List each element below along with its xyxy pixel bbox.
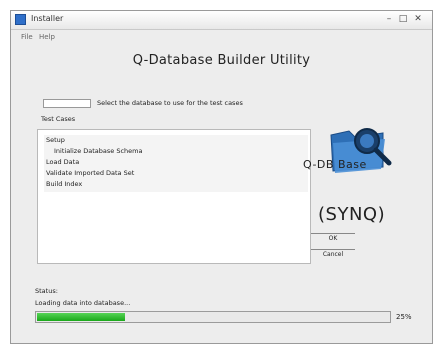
ok-button[interactable]: OK [311, 233, 355, 244]
magnifier-folder-icon [330, 128, 392, 173]
title-bar: Installer – □ ✕ [11, 11, 432, 30]
installer-window: Installer – □ ✕ File Help Q-Database Bui… [10, 10, 433, 344]
database-select[interactable] [43, 99, 91, 108]
list-item[interactable]: Validate Imported Data Set [46, 169, 134, 177]
test-case-list[interactable]: Setup Initialize Database Schema Load Da… [37, 129, 311, 264]
list-item[interactable]: Initialize Database Schema [54, 147, 142, 155]
app-icon [15, 14, 26, 25]
menu-bar: File Help [11, 30, 432, 43]
test-case-rows: Setup Initialize Database Schema Load Da… [44, 135, 308, 192]
progress-bar [35, 311, 391, 323]
progress-percent: 25% [396, 313, 412, 321]
page-title: Q-Database Builder Utility [132, 53, 311, 68]
brand-logo: (SYNQ) [318, 204, 386, 225]
close-button[interactable]: ✕ [411, 14, 425, 25]
status-text: Loading data into database... [35, 299, 131, 307]
list-item[interactable]: Build Index [46, 180, 82, 188]
window-title: Installer [31, 14, 64, 23]
progress-fill [37, 313, 125, 321]
menu-item-help[interactable]: Help [39, 33, 55, 41]
product-logo-text: Q-DB Base [303, 158, 367, 171]
list-item[interactable]: Setup [46, 136, 65, 144]
maximize-button[interactable]: □ [397, 14, 409, 25]
status-label: Status: [35, 287, 58, 295]
test-cases-label: Test Cases [41, 115, 76, 123]
minimize-button[interactable]: – [383, 14, 395, 25]
cancel-button[interactable]: Cancel [311, 249, 355, 260]
list-item[interactable]: Load Data [46, 158, 79, 166]
database-select-caption: Select the database to use for the test … [97, 99, 243, 107]
menu-item-file[interactable]: File [21, 33, 33, 41]
